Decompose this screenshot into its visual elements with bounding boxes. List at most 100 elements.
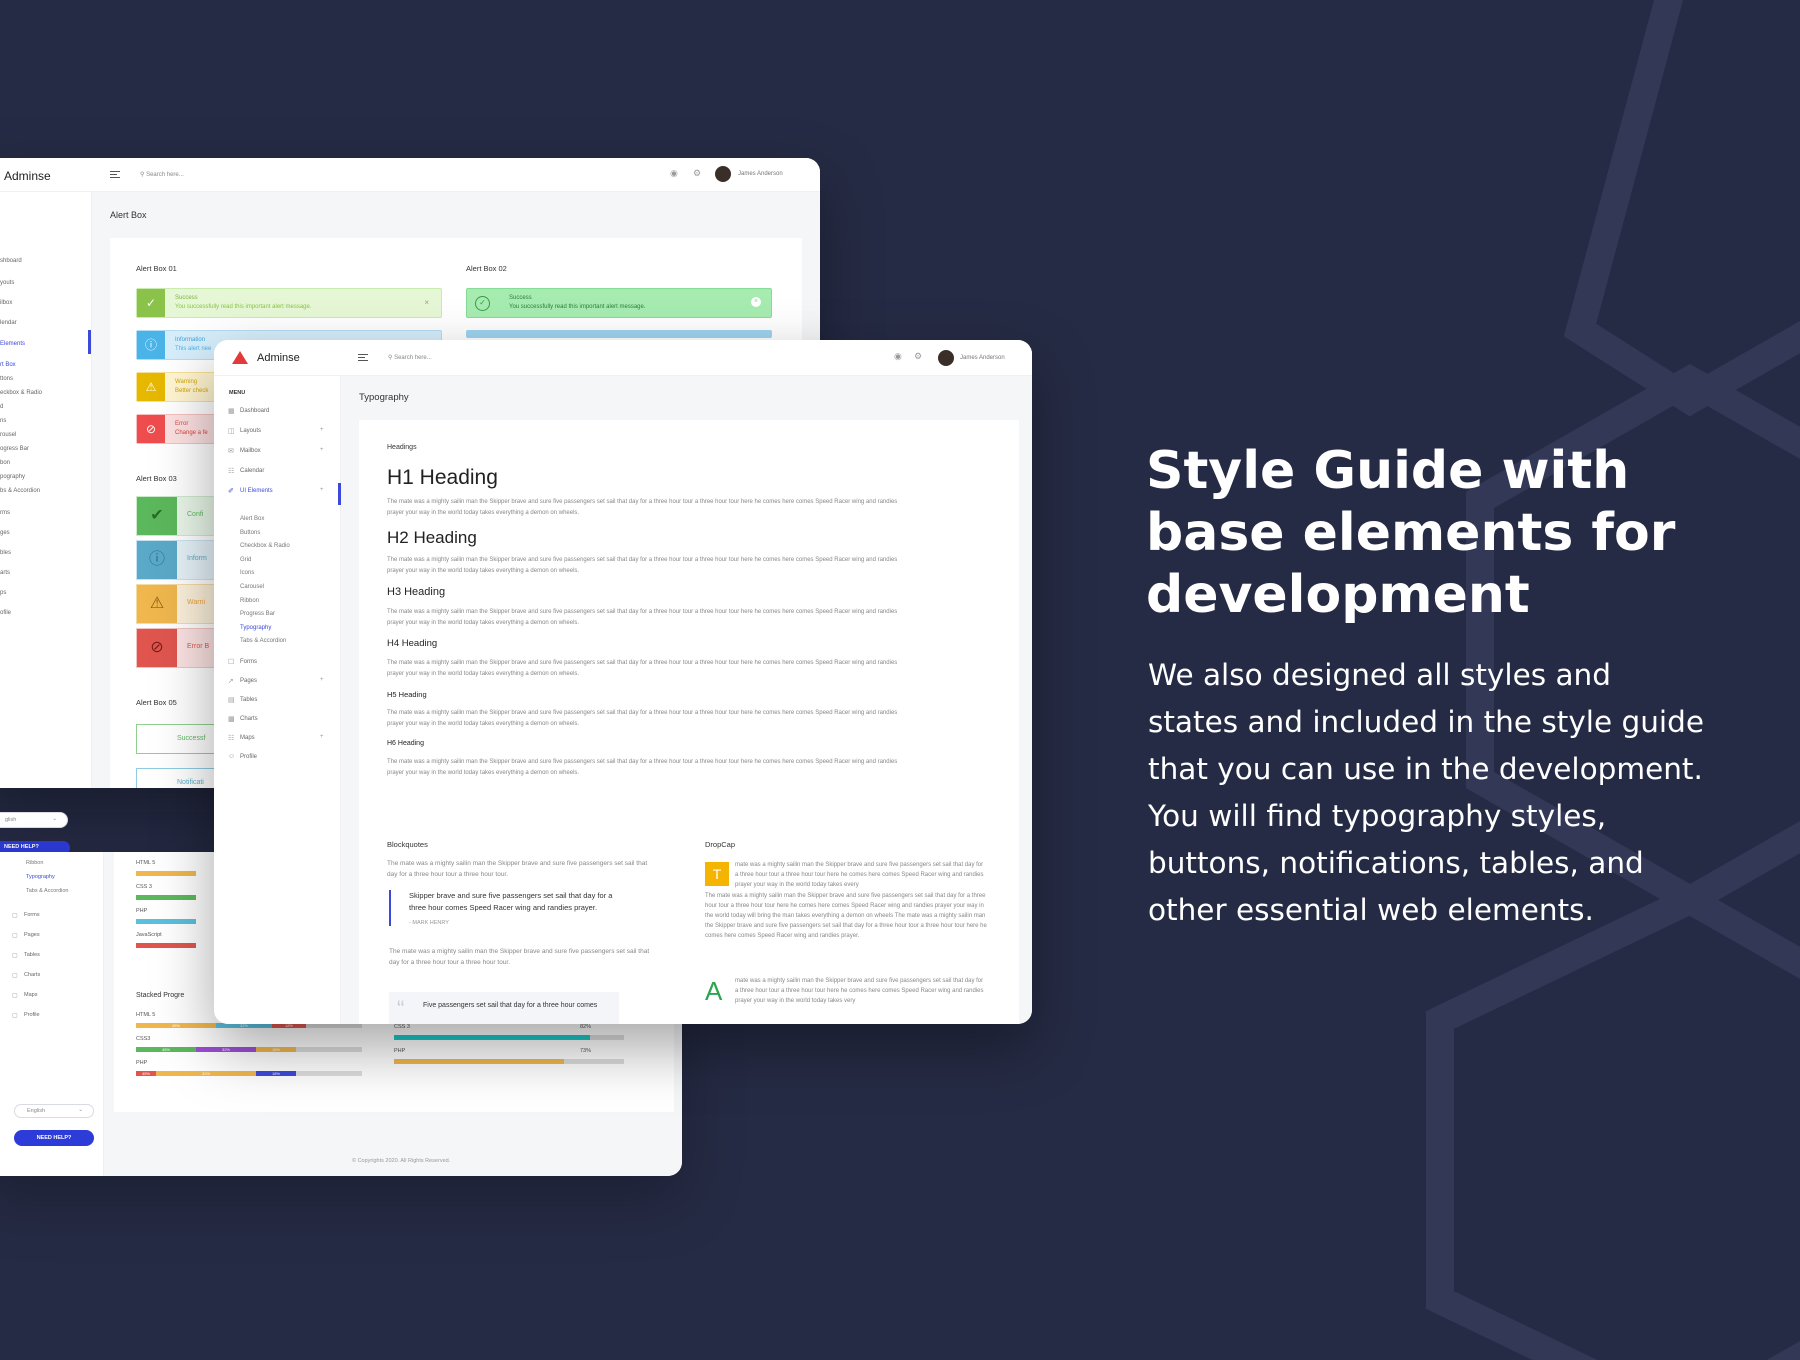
- back-sidebar: shboard youts ilbox lendar Elements rt Box tto…: [0, 192, 92, 788]
- user-icon: ☺: [228, 753, 236, 760]
- bottom-sub-nav-item[interactable]: Typography: [26, 874, 55, 880]
- stacked-segment: 18%: [256, 1047, 296, 1052]
- back-user-name[interactable]: James Anderson: [738, 171, 783, 177]
- front-search-placeholder: Search here...: [394, 355, 432, 361]
- back-nav-item[interactable]: Elements: [0, 341, 25, 347]
- warning-icon: ⚠: [137, 585, 177, 623]
- back-search-input[interactable]: ⚲ Search here...: [140, 171, 184, 178]
- bottom-need-help-button[interactable]: NEED HELP?: [14, 1130, 94, 1146]
- front-sub-nav-item[interactable]: Checkbox & Radio: [240, 543, 290, 549]
- front-nav-item[interactable]: ▤ Tables: [214, 696, 341, 710]
- front-sub-nav-item[interactable]: Buttons: [240, 530, 260, 536]
- front-nav-item[interactable]: ✐ UI Elements +: [214, 483, 341, 505]
- bottom-nav-item[interactable]: Profile: [24, 1012, 40, 1018]
- right-progress-fill: [394, 1035, 590, 1040]
- chevron-icon: +: [320, 427, 324, 433]
- stacked-label: CSS3: [136, 1036, 151, 1042]
- front-nav-item[interactable]: ☺ Profile: [214, 753, 341, 767]
- back-nav-item[interactable]: shboard: [0, 258, 22, 264]
- back-nav-item[interactable]: ilbox: [0, 300, 12, 306]
- front-nav-item[interactable]: ☷ Calendar: [214, 467, 341, 481]
- back-menu-toggle-icon[interactable]: [110, 171, 120, 178]
- right-progress-fill: [394, 1059, 564, 1064]
- back-nav-item[interactable]: arts: [0, 570, 10, 576]
- front-sub-nav-item[interactable]: Alert Box: [240, 516, 264, 522]
- alert-03-error: ⊘ Error B: [136, 628, 216, 668]
- bottom-nav-item[interactable]: Maps: [24, 992, 37, 998]
- front-nav-item[interactable]: ◫ Layouts +: [214, 427, 341, 441]
- stacked-segment: 45%: [136, 1023, 216, 1028]
- front-sub-nav-item[interactable]: Typography: [240, 625, 271, 631]
- chevron-down-icon: ⌄: [78, 1107, 83, 1113]
- front-sub-nav-item[interactable]: Progress Bar: [240, 611, 275, 617]
- bottom-nav-item[interactable]: Charts: [24, 972, 40, 978]
- bottom-nav-item[interactable]: Tables: [24, 952, 40, 958]
- front-avatar[interactable]: [938, 350, 954, 366]
- bottom-nav-item[interactable]: Pages: [24, 932, 40, 938]
- headline: Style Guide with base elements for devel…: [1146, 441, 1676, 625]
- back-nav-item[interactable]: rt Box: [0, 362, 16, 368]
- front-user-name[interactable]: James Anderson: [960, 355, 1005, 361]
- back-nav-item[interactable]: ns: [0, 418, 6, 424]
- bottom-sub-nav-item[interactable]: Ribbon: [26, 860, 43, 866]
- front-sub-nav-item[interactable]: Icons: [240, 570, 254, 576]
- back-nav-item[interactable]: rms: [0, 510, 10, 516]
- front-search-input[interactable]: ⚲ Search here...: [388, 354, 432, 361]
- blockquote: Skipper brave and sure five passengers s…: [389, 890, 629, 926]
- back-page-title: Alert Box: [110, 210, 147, 220]
- back-nav-item[interactable]: youts: [0, 280, 14, 286]
- progress-bar: [136, 919, 196, 924]
- front-sub-nav-item[interactable]: Grid: [240, 557, 251, 563]
- front-nav-item[interactable]: ☷ Maps +: [214, 734, 341, 748]
- back-topbar: Adminse ⚲ Search here... ◉ ⚙ James Ander…: [0, 158, 820, 192]
- back-avatar[interactable]: [715, 166, 731, 182]
- right-progress-label: CSS 3: [394, 1024, 410, 1030]
- progress-label: JavaScript: [136, 932, 162, 938]
- back-nav-item[interactable]: bs & Accordion: [0, 488, 40, 494]
- back-nav-item[interactable]: bon: [0, 460, 10, 466]
- back-nav-item[interactable]: ogress Bar: [0, 446, 29, 452]
- back-language-dropdown[interactable]: glish ⌄: [0, 812, 68, 828]
- progress-bar: [136, 895, 196, 900]
- stacked-segment: 32%: [196, 1047, 256, 1052]
- front-nav-item[interactable]: ▩ Charts: [214, 715, 341, 729]
- bottom-nav-item[interactable]: Forms: [24, 912, 40, 918]
- front-nav-item[interactable]: ➚ Pages +: [214, 677, 341, 691]
- chevron-icon: +: [320, 447, 324, 453]
- check-circle-icon: ✓: [475, 296, 490, 311]
- back-nav-item[interactable]: rousel: [0, 432, 16, 438]
- bottom-sub-nav-item[interactable]: Tabs & Accordion: [26, 888, 69, 894]
- back-nav-item[interactable]: eckbox & Radio: [0, 390, 42, 396]
- front-bell-icon[interactable]: ◉: [894, 351, 902, 362]
- back-nav-item[interactable]: ofile: [0, 610, 11, 616]
- back-bell-icon[interactable]: ◉: [670, 168, 678, 179]
- quote-box-text: Five passengers set sail that day for a …: [423, 1002, 598, 1009]
- typography-window: Adminse ⚲ Search here... ◉ ⚙ James Ander…: [214, 340, 1032, 1024]
- front-nav-item[interactable]: ✉ Mailbox +: [214, 447, 341, 461]
- bottom-language-dropdown[interactable]: English ⌄: [14, 1104, 94, 1118]
- back-nav-item[interactable]: bles: [0, 550, 11, 556]
- heading-sample-line-1: The mate was a mighty sailin man the Ski…: [387, 709, 898, 716]
- close-icon[interactable]: ×: [424, 298, 429, 307]
- front-menu-toggle-icon[interactable]: [358, 354, 368, 361]
- back-nav-item[interactable]: d: [0, 404, 3, 410]
- back-settings-icon[interactable]: ⚙: [693, 168, 701, 179]
- front-nav-item[interactable]: ▦ Dashboard: [214, 407, 341, 421]
- back-nav-item[interactable]: ttons: [0, 376, 13, 382]
- check-icon: ✔: [137, 497, 177, 535]
- front-sub-nav-item[interactable]: Ribbon: [240, 598, 259, 604]
- front-nav-item[interactable]: ☐ Forms: [214, 658, 341, 672]
- back-nav-item[interactable]: lendar: [0, 320, 17, 326]
- close-icon[interactable]: ×: [751, 297, 761, 307]
- front-settings-icon[interactable]: ⚙: [914, 351, 922, 362]
- back-nav-item[interactable]: ps: [0, 590, 6, 596]
- front-sub-nav-item[interactable]: Tabs & Accordion: [240, 638, 286, 644]
- alert-box-03-title: Alert Box 03: [136, 474, 177, 483]
- back-nav-item[interactable]: pography: [0, 474, 25, 480]
- front-sub-nav-item[interactable]: Carousel: [240, 584, 264, 590]
- back-language-label: glish: [5, 817, 17, 823]
- back-nav-item[interactable]: ges: [0, 530, 10, 536]
- heading-h3: H3 Heading: [387, 586, 446, 598]
- front-nav-label: Maps: [240, 735, 255, 741]
- chevron-icon: +: [320, 677, 324, 683]
